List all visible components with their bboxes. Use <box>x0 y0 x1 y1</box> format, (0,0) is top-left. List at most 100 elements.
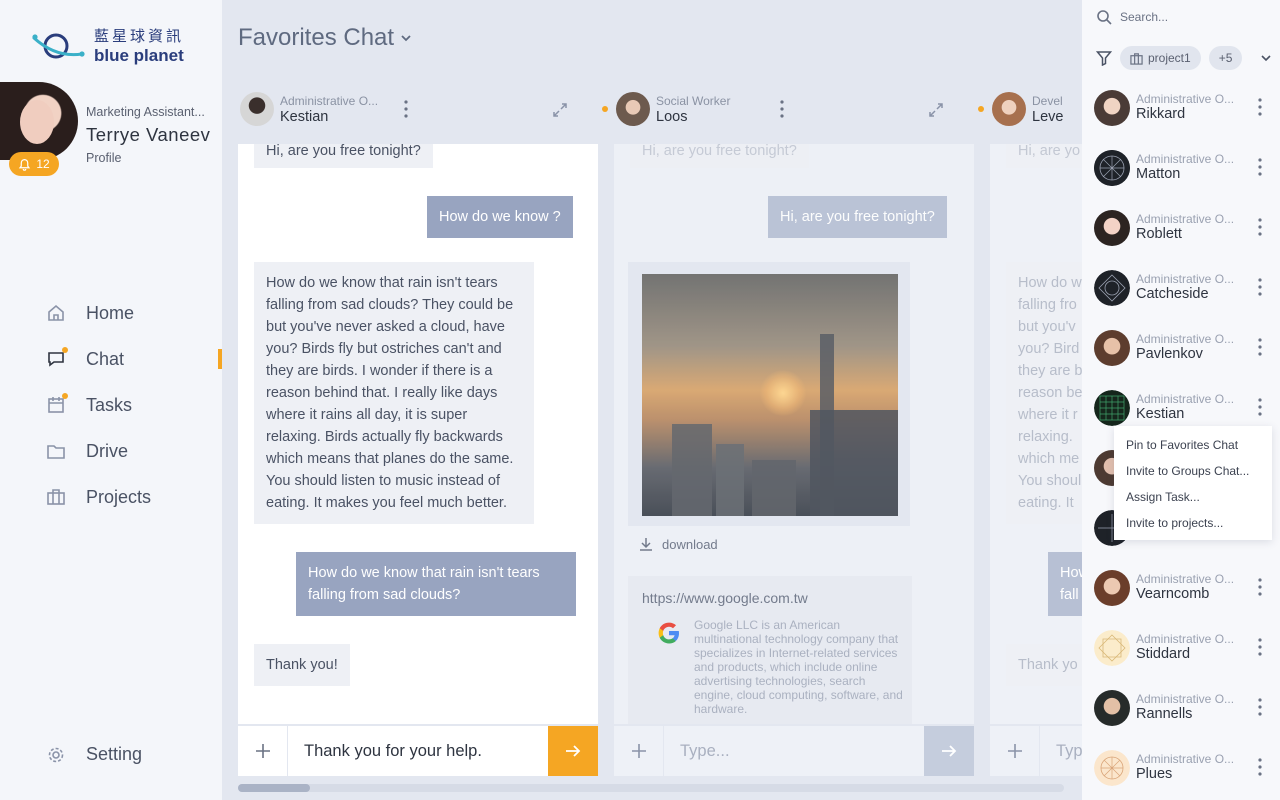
more-vertical-icon[interactable] <box>1258 278 1262 296</box>
nav-item-drive[interactable]: Drive <box>0 428 222 474</box>
contact-avatar[interactable] <box>240 92 274 126</box>
horizontal-scrollbar[interactable] <box>238 784 1064 792</box>
online-status-dot <box>978 106 984 112</box>
contact-name: Loos <box>656 109 688 125</box>
search-icon <box>1097 10 1112 25</box>
contact-item[interactable]: Administrative O... Rikkard <box>1094 84 1274 132</box>
message-input[interactable]: Typ <box>1040 726 1082 776</box>
nav-item-projects[interactable]: Projects <box>0 474 222 520</box>
nav-item-chat[interactable]: Chat <box>0 336 222 382</box>
more-vertical-icon[interactable] <box>1258 698 1262 716</box>
filter-icon[interactable] <box>1096 50 1112 66</box>
attach-button[interactable] <box>238 726 288 776</box>
menu-item-assign-task[interactable]: Assign Task... <box>1114 484 1272 510</box>
chat-messages[interactable]: Hi, are yo How do w falling fro but you'… <box>990 144 1082 724</box>
link-description: Google LLC is an American multinational … <box>694 618 903 716</box>
nav-item-home[interactable]: Home <box>0 290 222 336</box>
nav-item-tasks[interactable]: Tasks <box>0 382 222 428</box>
contact-item[interactable]: Administrative O... Plues <box>1094 744 1274 792</box>
more-vertical-icon[interactable] <box>780 100 784 118</box>
menu-item-pin-favorites[interactable]: Pin to Favorites Chat <box>1114 432 1272 458</box>
unread-dot <box>62 347 68 353</box>
more-vertical-icon[interactable] <box>1258 578 1262 596</box>
contact-name: Pavlenkov <box>1136 346 1203 362</box>
more-vertical-icon[interactable] <box>404 100 408 118</box>
scrollbar-thumb[interactable] <box>238 784 310 792</box>
chevron-down-icon[interactable] <box>1260 52 1272 64</box>
contact-name: Roblett <box>1136 226 1182 242</box>
more-vertical-icon[interactable] <box>1258 758 1262 776</box>
contact-item[interactable]: Administrative O... Pavlenkov <box>1094 324 1274 372</box>
contact-name: Matton <box>1136 166 1181 182</box>
online-status-dot <box>602 106 608 112</box>
contact-item[interactable]: Administrative O... Kestian <box>1094 384 1274 432</box>
page-title[interactable]: Favorites Chat <box>238 24 412 52</box>
more-vertical-icon[interactable] <box>1258 338 1262 356</box>
expand-icon[interactable] <box>552 102 568 118</box>
brand-name-cn: 藍星球資訊 <box>94 27 185 45</box>
contact-context-menu: Pin to Favorites Chat Invite to Groups C… <box>1114 426 1272 540</box>
message-outgoing: How do we know ? <box>427 196 573 238</box>
contact-avatar <box>1094 630 1130 666</box>
contact-item[interactable]: Administrative O... Stiddard <box>1094 624 1274 672</box>
attach-button[interactable] <box>614 726 664 776</box>
contact-role: Administrative O... <box>1136 152 1235 166</box>
filter-more-count: +5 <box>1218 51 1233 65</box>
message-outgoing: How fall <box>1048 552 1082 616</box>
unread-dot <box>62 393 68 399</box>
filter-more-chip[interactable]: +5 <box>1208 46 1243 70</box>
more-vertical-icon[interactable] <box>1258 218 1262 236</box>
message-input[interactable]: Type... <box>664 726 924 776</box>
message-incoming: How do w falling fro but you'v you? Bird… <box>1006 262 1082 524</box>
more-vertical-icon[interactable] <box>1258 638 1262 656</box>
menu-item-invite-projects[interactable]: Invite to projects... <box>1114 510 1272 536</box>
notification-badge[interactable]: 12 <box>9 152 59 176</box>
profile-link[interactable]: Profile <box>86 151 121 165</box>
contact-avatar[interactable] <box>992 92 1026 126</box>
send-button[interactable] <box>548 726 598 776</box>
nav-item-label: Chat <box>86 348 125 369</box>
contact-item[interactable]: Administrative O... Catcheside <box>1094 264 1274 312</box>
more-vertical-icon[interactable] <box>1258 98 1262 116</box>
user-avatar[interactable] <box>0 82 78 160</box>
contact-item[interactable]: Administrative O... Matton <box>1094 144 1274 192</box>
user-role: Marketing Assistant... <box>86 105 205 119</box>
filter-chip-project[interactable]: project1 <box>1120 46 1201 70</box>
contact-name: Rikkard <box>1136 106 1186 122</box>
arrow-right-icon <box>942 745 957 757</box>
send-button[interactable] <box>924 726 974 776</box>
contact-name: Catcheside <box>1136 286 1209 302</box>
message-composer: Thank you for your help. <box>238 726 598 776</box>
contact-avatar <box>1094 270 1130 306</box>
message-incoming: Hi, are you free tonight? <box>630 144 809 168</box>
contact-name: Vearncomb <box>1136 586 1210 602</box>
page-title-text: Favorites Chat <box>238 24 395 51</box>
city-sunset-image[interactable] <box>642 274 898 516</box>
contact-item[interactable]: Administrative O... Roblett <box>1094 204 1274 252</box>
building-shape <box>752 460 796 516</box>
message-input[interactable]: Thank you for your help. <box>288 726 548 776</box>
setting-button[interactable]: Setting <box>46 744 142 765</box>
more-vertical-icon[interactable] <box>1258 158 1262 176</box>
link-preview-card[interactable]: https://www.google.com.tw Google LLC is … <box>628 576 912 724</box>
contact-item[interactable]: Administrative O... Rannells <box>1094 684 1274 732</box>
brand-logo[interactable]: 藍星球資訊 blue planet <box>30 28 184 64</box>
chat-messages[interactable]: Hi, are you free tonight? Hi, are you fr… <box>614 144 974 724</box>
menu-item-invite-groups[interactable]: Invite to Groups Chat... <box>1114 458 1272 484</box>
contact-avatar[interactable] <box>616 92 650 126</box>
download-link[interactable]: download <box>638 536 718 552</box>
contact-role: Administrative O... <box>1136 752 1235 766</box>
expand-icon[interactable] <box>928 102 944 118</box>
chat-messages[interactable]: Hi, are you free tonight? How do we know… <box>238 144 598 724</box>
more-vertical-icon[interactable] <box>1258 398 1262 416</box>
attach-button[interactable] <box>990 726 1040 776</box>
message-incoming: Hi, are you free tonight? <box>254 144 433 168</box>
contact-avatar <box>1094 570 1130 606</box>
message-incoming: Thank you! <box>254 644 350 686</box>
contact-search[interactable]: Search... <box>1096 9 1168 25</box>
contact-name: Kestian <box>1136 406 1185 422</box>
google-logo-icon <box>658 622 679 644</box>
contact-item[interactable]: Administrative O... Vearncomb <box>1094 564 1274 612</box>
contact-avatar <box>1094 330 1130 366</box>
chat-header: Administrative O... Kestian <box>222 84 582 136</box>
